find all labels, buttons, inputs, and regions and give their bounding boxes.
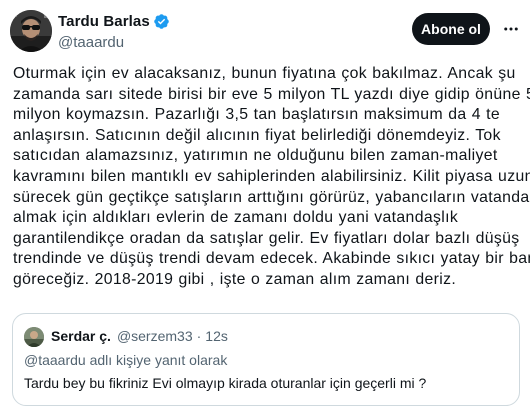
author-name-row: Tardu Barlas [58, 13, 170, 30]
tweet-line: kavramını bilen mantıklı ev sahiplerinde… [13, 167, 530, 185]
quoted-author-handle[interactable]: @serzem33 [117, 328, 193, 344]
tweet-line: trendinde ve düşüş trendi devam edecek. … [13, 250, 530, 268]
tweet-line: garantilendikçe oradan da satışlar gelir… [13, 229, 520, 247]
tweet-header: Tardu Barlas @taaardu Abone ol [0, 0, 530, 64]
quoted-tweet-text: Tardu bey bu fikriniz Evi olmayıp kirada… [24, 375, 427, 391]
tweet-line: milyon koymazsın. Pazarlığı 3,5 tan başl… [13, 106, 500, 124]
tweet-line: sürecek gün geçtikçe satışların arttığın… [13, 188, 530, 206]
tweet-line: anlaşırsın. Satıcının değil alıcının fiy… [13, 126, 501, 144]
reply-context: @taaardu adlı kişiye yanıt olarak [24, 352, 228, 368]
author-display-name[interactable]: Tardu Barlas [58, 13, 150, 30]
quoted-author-name[interactable]: Serdar ç. [51, 328, 111, 344]
separator-dot: · [196, 328, 202, 344]
tweet-line: göreceğiz. 2018-2019 gibi , işte o zaman… [13, 270, 457, 288]
tweet-line: almak için aldıkları evlerin de zamanı d… [13, 209, 459, 227]
tweet-line: Oturmak için ev alacaksanız, bunun fiyat… [13, 65, 516, 82]
follow-button[interactable]: Abone ol [412, 13, 490, 45]
quoted-tweet-time[interactable]: 12s [205, 328, 228, 344]
author-handle[interactable]: @taaardu [58, 34, 124, 51]
more-icon[interactable] [500, 18, 522, 40]
quoted-tweet-card[interactable]: Serdar ç. @serzem33 · 12s @taaardu adlı … [12, 313, 520, 406]
tweet-line: satıcıdan alamazsınız, yatırımın ne oldu… [13, 147, 498, 165]
author-avatar[interactable] [10, 10, 52, 52]
verified-badge-icon [153, 13, 170, 30]
quoted-author-avatar[interactable] [24, 327, 44, 347]
tweet-line: zamanda sarı sitede birisi bir eve 5 mil… [13, 85, 530, 103]
quoted-tweet-header: Serdar ç. @serzem33 · 12s [51, 328, 228, 344]
tweet-body: Oturmak için ev alacaksanız, bunun fiyat… [13, 64, 530, 291]
